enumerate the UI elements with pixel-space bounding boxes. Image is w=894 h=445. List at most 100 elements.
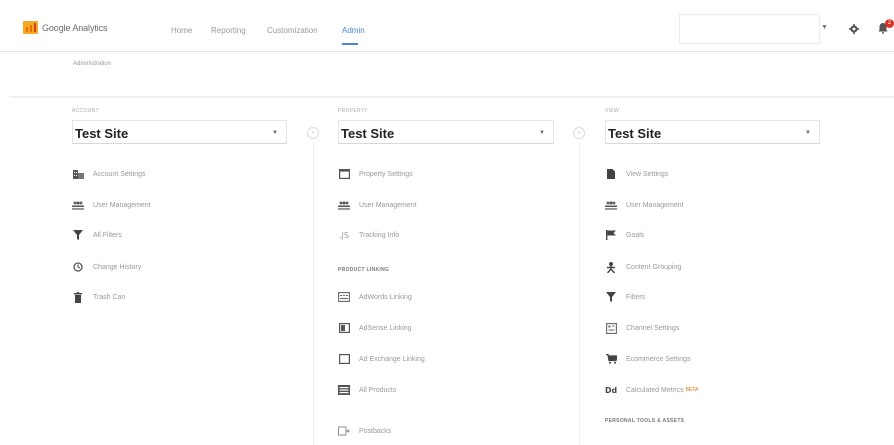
nav-home[interactable]: Home bbox=[171, 26, 192, 35]
account-change-history-link[interactable]: Change History bbox=[72, 260, 141, 274]
item-label: Goals bbox=[626, 231, 645, 239]
expand-view-button[interactable]: ‹ bbox=[573, 127, 585, 139]
analytics-logo-icon bbox=[23, 21, 38, 34]
ad-exchange-linking-link[interactable]: Ad Exchange Linking bbox=[338, 352, 425, 366]
item-label: Account Settings bbox=[93, 170, 146, 178]
users-icon bbox=[72, 199, 84, 211]
item-label: Postbacks bbox=[359, 427, 392, 435]
property-selected-value: Test Site bbox=[341, 126, 395, 141]
view-user-management-link[interactable]: User Management bbox=[605, 198, 684, 212]
property-user-management-link[interactable]: User Management bbox=[338, 198, 417, 212]
property-settings-link[interactable]: Property Settings bbox=[338, 167, 413, 181]
item-label: Ecommerce Settings bbox=[626, 355, 691, 363]
document-icon bbox=[605, 168, 617, 180]
product-linking-heading: PRODUCT LINKING bbox=[338, 267, 390, 273]
chevron-down-icon: ▼ bbox=[272, 130, 278, 136]
top-bar: Google Analytics Home Reporting Customiz… bbox=[0, 0, 894, 52]
breadcrumb: Administration bbox=[0, 52, 894, 96]
breadcrumb-administration: Administration bbox=[73, 61, 112, 67]
item-label: Content Grouping bbox=[626, 263, 682, 271]
adwords-linking-link[interactable]: AdWords Linking bbox=[338, 290, 412, 304]
postbacks-link[interactable]: Postbacks bbox=[338, 424, 391, 438]
all-products-link[interactable]: All Products bbox=[338, 383, 396, 397]
account-settings-link[interactable]: Account Settings bbox=[72, 167, 146, 181]
account-selector[interactable]: Test Site ▼ bbox=[72, 120, 287, 144]
users-icon bbox=[338, 199, 350, 211]
item-label: Trash Can bbox=[93, 293, 126, 301]
channel-settings-link[interactable]: Channel Settings bbox=[605, 321, 679, 335]
channel-icon bbox=[605, 322, 617, 334]
beta-badge: BETA bbox=[685, 387, 699, 393]
account-trash-can-link[interactable]: Trash Can bbox=[72, 290, 125, 304]
item-label: Calculated Metrics bbox=[626, 386, 684, 394]
header-divider bbox=[9, 96, 894, 98]
flag-icon bbox=[605, 229, 617, 241]
property-selector[interactable]: Test Site ▼ bbox=[338, 120, 554, 144]
item-label: All Filters bbox=[93, 231, 122, 239]
adwords-icon bbox=[338, 291, 350, 303]
building-icon bbox=[72, 168, 84, 180]
item-label: User Management bbox=[359, 201, 417, 209]
item-label: Property Settings bbox=[359, 170, 413, 178]
property-tracking-info-link[interactable]: .JS Tracking Info bbox=[338, 228, 399, 242]
content-grouping-link[interactable]: Content Grouping bbox=[605, 260, 681, 274]
view-settings-link[interactable]: View Settings bbox=[605, 167, 668, 181]
item-label: All Products bbox=[359, 386, 397, 394]
filter-icon bbox=[72, 229, 84, 241]
brand-name: Google Analytics bbox=[42, 22, 108, 33]
users-icon bbox=[605, 199, 617, 211]
item-label: View Settings bbox=[626, 170, 669, 178]
ad-exchange-icon bbox=[338, 353, 350, 365]
active-tab-indicator bbox=[342, 43, 358, 45]
account-user-management-link[interactable]: User Management bbox=[72, 198, 151, 212]
dd-icon: Dd bbox=[605, 384, 617, 396]
ecommerce-settings-link[interactable]: Ecommerce Settings bbox=[605, 352, 691, 366]
item-label: Tracking Info bbox=[359, 231, 400, 239]
expand-property-button[interactable]: ‹ bbox=[307, 127, 319, 139]
view-selected-value: Test Site bbox=[608, 126, 662, 141]
item-label: Change History bbox=[93, 263, 142, 271]
account-all-filters-link[interactable]: All Filters bbox=[72, 228, 122, 242]
item-label: AdWords Linking bbox=[359, 293, 412, 301]
postback-icon bbox=[338, 425, 350, 437]
view-filters-link[interactable]: Filters bbox=[605, 290, 645, 304]
item-label: Ad Exchange Linking bbox=[359, 355, 425, 363]
svg-text:.JS: .JS bbox=[339, 231, 349, 240]
property-column-label: PROPERTY bbox=[338, 108, 368, 114]
account-search-input[interactable] bbox=[679, 14, 820, 44]
nav-admin[interactable]: Admin bbox=[342, 26, 365, 35]
history-icon bbox=[72, 261, 84, 273]
personal-tools-heading: PERSONAL TOOLS & ASSETS bbox=[605, 418, 685, 424]
nav-customization[interactable]: Customization bbox=[267, 26, 318, 35]
brand[interactable]: Google Analytics bbox=[23, 21, 108, 34]
window-icon bbox=[338, 168, 350, 180]
account-column-label: ACCOUNT bbox=[72, 108, 99, 114]
gear-icon[interactable] bbox=[849, 24, 859, 34]
products-icon bbox=[338, 384, 350, 396]
goals-link[interactable]: Goals bbox=[605, 228, 644, 242]
chevron-down-icon: ▼ bbox=[805, 130, 811, 136]
view-selector[interactable]: Test Site ▼ bbox=[605, 120, 820, 144]
code-icon: .JS bbox=[338, 229, 350, 241]
person-icon bbox=[605, 261, 617, 273]
filter-icon bbox=[605, 291, 617, 303]
svg-text:Dd: Dd bbox=[605, 386, 617, 395]
item-label: User Management bbox=[93, 201, 151, 209]
chevron-down-icon[interactable]: ▼ bbox=[821, 24, 828, 31]
trash-icon bbox=[72, 291, 84, 303]
column-divider bbox=[579, 142, 580, 445]
chevron-down-icon: ▼ bbox=[539, 130, 545, 136]
nav-reporting[interactable]: Reporting bbox=[211, 26, 246, 35]
item-label: User Management bbox=[626, 201, 684, 209]
column-divider bbox=[313, 142, 314, 445]
view-column-label: VIEW bbox=[605, 108, 619, 114]
cart-icon bbox=[605, 353, 617, 365]
notification-badge: 2 bbox=[885, 19, 894, 28]
account-selected-value: Test Site bbox=[75, 126, 129, 141]
adsense-linking-link[interactable]: AdSense Linking bbox=[338, 321, 412, 335]
adsense-icon bbox=[338, 322, 350, 334]
item-label: Filters bbox=[626, 293, 646, 301]
item-label: AdSense Linking bbox=[359, 324, 412, 332]
item-label: Channel Settings bbox=[626, 324, 680, 332]
calculated-metrics-link[interactable]: Dd Calculated Metrics BETA bbox=[605, 383, 698, 397]
